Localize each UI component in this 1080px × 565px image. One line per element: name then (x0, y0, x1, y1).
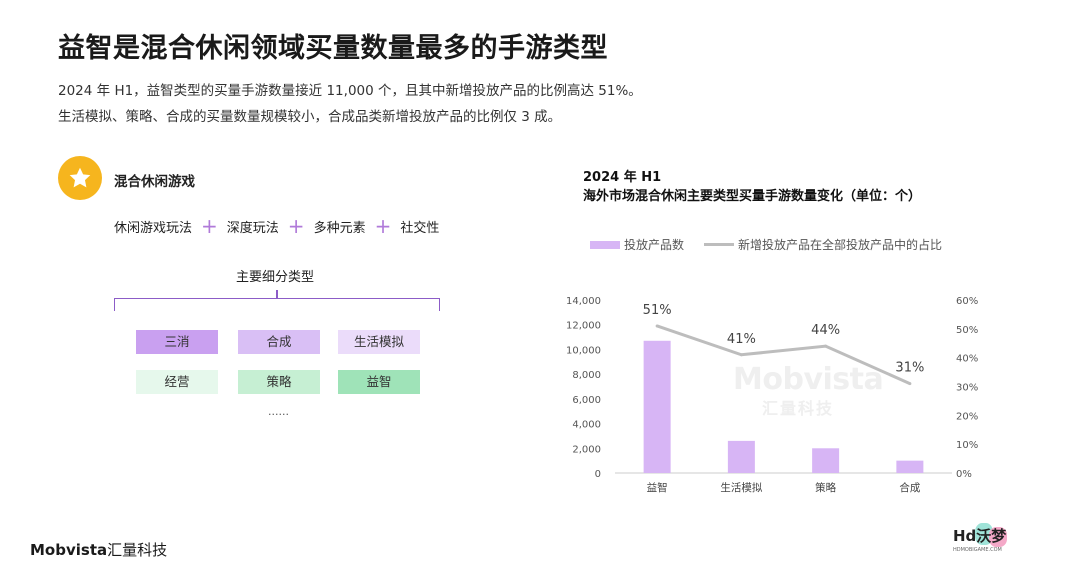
line-point-3 (824, 344, 828, 348)
x-tick-label: 益智 (647, 481, 668, 494)
star-icon (58, 156, 102, 200)
subtypes-title: 主要细分类型 (236, 270, 315, 285)
line-point-2 (739, 353, 743, 357)
legend-line-swatch (704, 243, 735, 246)
footer-logo-cn: 汇量科技 (107, 541, 168, 559)
y-right-tick-label: 40% (956, 354, 978, 365)
y-right-tick-label: 10% (956, 440, 978, 451)
tag-row1-2: 合成 (238, 330, 320, 354)
tag-row2-1: 经营 (136, 370, 218, 394)
description-line-1: 2024 年 H1，益智类型的买量手游数量接近 11,000 个，且其中新增投放… (58, 83, 642, 99)
hd-logo-text: Hd沃梦 (953, 527, 1007, 545)
bar-4 (896, 460, 924, 473)
y-left-tick-label: 6,000 (572, 395, 601, 406)
y-right-tick-label: 50% (956, 325, 978, 336)
formula: 休闲游戏玩法 + 深度玩法 + 多种元素 + 社交性 (114, 216, 439, 236)
bar-2 (727, 440, 755, 473)
hd-logo: Hd沃梦 HDMOBIGAME.COM (953, 523, 1033, 555)
y-right-tick-label: 60% (956, 296, 978, 307)
section-title: 混合休闲游戏 (114, 174, 195, 190)
combo-chart: 0 2,000 4,000 6,000 8,000 10,000 12,000 14,000 0… (566, 296, 978, 494)
page-title: 益智是混合休闲领域买量数量最多的手游类型 (58, 33, 608, 64)
line-point-4 (908, 382, 912, 386)
formula-item: 深度玩法 (226, 220, 279, 236)
percentage-line (656, 324, 911, 385)
x-tick-label: 合成 (899, 481, 920, 494)
formula-item: 多种元素 (313, 220, 366, 236)
chart-legend: 投放产品数 新增投放产品在全部投放产品中的占比 (590, 236, 942, 253)
chart-title-line-2: 海外市场混合休闲主要类型买量手游数量变化（单位：个） (583, 189, 922, 204)
line-data-label: 44% (811, 323, 840, 338)
line-data-label: 51% (643, 303, 672, 318)
y-left-tick-label: 2,000 (572, 444, 601, 455)
footer-logo-en: Mobvista (30, 541, 108, 559)
ellipsis: ...... (268, 405, 289, 418)
bar-3 (812, 448, 840, 473)
y-left-tick-label: 12,000 (566, 321, 601, 332)
tag-row1-1: 三消 (136, 330, 218, 354)
description-line-2: 生活模拟、策略、合成的买量数量规模较小，合成品类新增投放产品的比例仅 3 成。 (58, 109, 562, 125)
y-left-tick-label: 4,000 (572, 420, 601, 431)
legend-bar-swatch (590, 240, 620, 249)
legend-bar-label: 投放产品数 (624, 238, 685, 252)
tag-row2-3: 益智 (338, 370, 420, 394)
line-data-label: 41% (727, 332, 756, 347)
legend-line-label: 新增投放产品在全部投放产品中的占比 (738, 238, 943, 252)
chart-title-line-1: 2024 年 H1 (583, 170, 662, 185)
line-point-1 (655, 324, 659, 328)
footer-logo: Mobvista汇量科技 (30, 539, 167, 560)
y-right-tick-label: 20% (956, 411, 978, 422)
formula-item: 社交性 (400, 220, 440, 236)
x-tick-label: 生活模拟 (720, 481, 762, 494)
y-left-tick-label: 0 (595, 469, 601, 480)
plus-icon: + (201, 214, 218, 238)
plus-icon: + (287, 214, 305, 238)
y-left-tick-label: 14,000 (566, 296, 601, 307)
tag-row1-3: 生活模拟 (338, 330, 420, 354)
y-right-tick-label: 30% (956, 383, 978, 394)
plus-icon: + (374, 214, 392, 238)
bar-1 (643, 340, 671, 473)
hd-logo-url: HDMOBIGAME.COM (953, 547, 1002, 553)
y-left-tick-label: 10,000 (566, 345, 601, 356)
line-data-label: 31% (895, 361, 924, 376)
y-left-tick-label: 8,000 (572, 370, 601, 381)
x-tick-label: 策略 (815, 481, 836, 494)
tag-row2-2: 策略 (238, 370, 320, 394)
brace (114, 298, 440, 311)
formula-item: 休闲游戏玩法 (114, 220, 193, 236)
y-right-tick-label: 0% (956, 469, 972, 480)
